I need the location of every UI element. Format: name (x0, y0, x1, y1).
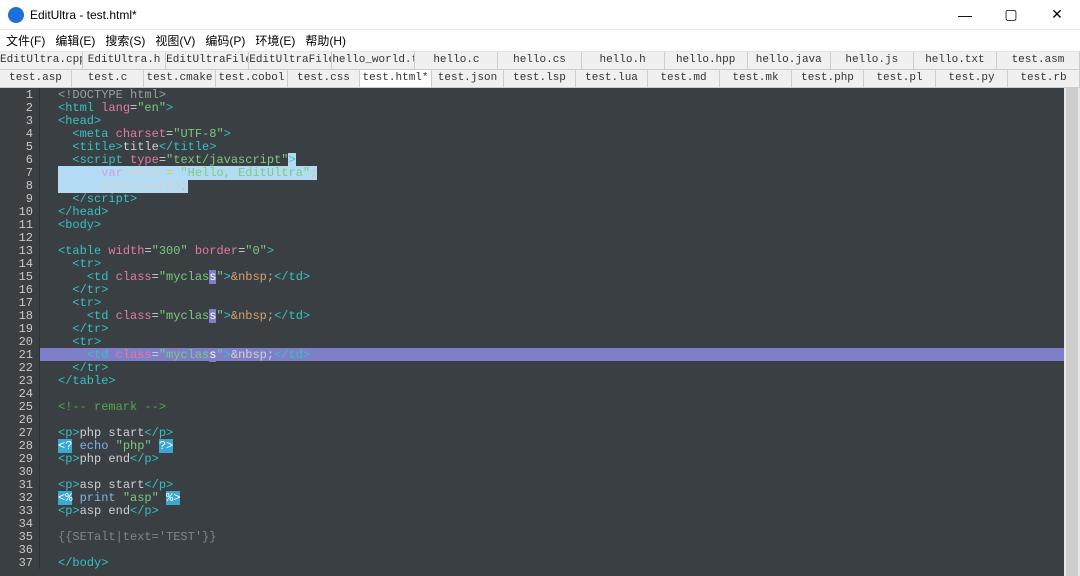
code-line[interactable]: </table> (40, 374, 1064, 387)
tab[interactable]: EditUltraFile.h (249, 52, 332, 69)
code-line[interactable]: <!-- remark --> (40, 400, 1064, 413)
tab[interactable]: test.mk (720, 70, 792, 87)
tab[interactable]: test.asm (997, 52, 1080, 69)
tab[interactable]: test.asp (0, 70, 72, 87)
code-line[interactable]: <!DOCTYPE html> (40, 88, 1064, 101)
tab[interactable]: EditUltra.h (83, 52, 166, 69)
code-line[interactable]: <% print "asp" %> (40, 491, 1064, 504)
code-line[interactable]: <table width="300" border="0"> (40, 244, 1064, 257)
editor-area[interactable]: 1234567891011121314151617181920212223242… (0, 88, 1080, 576)
code-line[interactable] (40, 543, 1064, 556)
code-line[interactable]: </tr> (40, 361, 1064, 374)
menu-file[interactable]: 文件(F) (6, 32, 45, 49)
code-line[interactable]: var word = "Hello, EditUltra"; (40, 166, 1064, 179)
code-line[interactable]: </head> (40, 205, 1064, 218)
tab[interactable]: test.css (288, 70, 360, 87)
tab[interactable]: hello.cs (498, 52, 581, 69)
tab[interactable]: hello.js (831, 52, 914, 69)
code-line[interactable] (40, 517, 1064, 530)
tab[interactable]: test.json (432, 70, 504, 87)
code-line[interactable]: <title>title</title> (40, 140, 1064, 153)
code-line[interactable]: <p>php end</p> (40, 452, 1064, 465)
tab-row-1: EditUltra.cppEditUltra.hEditUltraFile.cp… (0, 52, 1080, 70)
tab[interactable]: hello.txt (914, 52, 997, 69)
tab[interactable]: test.pl (864, 70, 936, 87)
code-line[interactable]: <p>php start</p> (40, 426, 1064, 439)
tab[interactable]: test.cobol (216, 70, 288, 87)
code-line[interactable]: </tr> (40, 283, 1064, 296)
code-line[interactable]: <p>asp end</p> (40, 504, 1064, 517)
code-line[interactable]: <p>asp start</p> (40, 478, 1064, 491)
code-line[interactable]: <body> (40, 218, 1064, 231)
tab[interactable]: test.md (648, 70, 720, 87)
line-number-gutter: 1234567891011121314151617181920212223242… (0, 88, 40, 569)
tab[interactable]: test.py (936, 70, 1008, 87)
tab-row-2: test.asptest.ctest.cmaketest.coboltest.c… (0, 70, 1080, 88)
minimize-button[interactable]: — (942, 0, 988, 29)
code-line[interactable]: <? echo "php" ?> (40, 439, 1064, 452)
tab[interactable]: test.php (792, 70, 864, 87)
code-line[interactable]: </tr> (40, 322, 1064, 335)
menu-encoding[interactable]: 编码(P) (205, 32, 245, 49)
close-button[interactable]: ✕ (1034, 0, 1080, 29)
code-line[interactable] (40, 387, 1064, 400)
code-line[interactable] (40, 413, 1064, 426)
code-line[interactable]: <tr> (40, 296, 1064, 309)
tab[interactable]: test.html* (360, 70, 432, 87)
code-line[interactable] (40, 465, 1064, 478)
tab[interactable]: hello.c (415, 52, 498, 69)
menu-bar: 文件(F) 编辑(E) 搜索(S) 视图(V) 编码(P) 环境(E) 帮助(H… (0, 30, 1080, 52)
code-line[interactable]: </body> (40, 556, 1064, 569)
app-icon (8, 7, 24, 23)
menu-search[interactable]: 搜索(S) (105, 32, 145, 49)
maximize-button[interactable]: ▢ (988, 0, 1034, 29)
code-line[interactable]: <html lang="en"> (40, 101, 1064, 114)
menu-view[interactable]: 视图(V) (155, 32, 195, 49)
code-line[interactable]: <meta charset="UTF-8"> (40, 127, 1064, 140)
code-line[interactable]: <script type="text/javascript"> (40, 153, 1064, 166)
tab[interactable]: test.lsp (504, 70, 576, 87)
window-title: EditUltra - test.html* (30, 8, 942, 22)
tab[interactable]: hello.java (748, 52, 831, 69)
code-line[interactable]: <tr> (40, 335, 1064, 348)
menu-env[interactable]: 环境(E) (255, 32, 295, 49)
tab[interactable]: hello.hpp (665, 52, 748, 69)
code-line[interactable]: <td class="myclass">&nbsp;</td> (40, 348, 1064, 361)
code-line[interactable]: alert(word); (40, 179, 1064, 192)
window-controls: — ▢ ✕ (942, 0, 1080, 29)
code-content[interactable]: <!DOCTYPE html><html lang="en"><head> <m… (40, 88, 1064, 569)
code-line[interactable] (40, 231, 1064, 244)
tab[interactable]: test.lua (576, 70, 648, 87)
titlebar: EditUltra - test.html* — ▢ ✕ (0, 0, 1080, 30)
code-line[interactable]: </script> (40, 192, 1064, 205)
code-line[interactable]: <td class="myclass">&nbsp;</td> (40, 270, 1064, 283)
tab[interactable]: hello.h (582, 52, 665, 69)
code-line[interactable]: <head> (40, 114, 1064, 127)
code-line[interactable]: <tr> (40, 257, 1064, 270)
tab[interactable]: test.rb (1008, 70, 1080, 87)
code-line[interactable]: {{SETalt|text='TEST'}} (40, 530, 1064, 543)
menu-help[interactable]: 帮助(H) (305, 32, 346, 49)
tab[interactable]: test.cmake (144, 70, 216, 87)
scrollbar-thumb[interactable] (1066, 88, 1078, 576)
code-line[interactable]: <td class="myclass">&nbsp;</td> (40, 309, 1064, 322)
vertical-scrollbar[interactable] (1064, 88, 1080, 576)
tab[interactable]: hello_world.txt (332, 52, 415, 69)
tab[interactable]: EditUltra.cpp (0, 52, 83, 69)
tab[interactable]: EditUltraFile.cpp (166, 52, 249, 69)
tab[interactable]: test.c (72, 70, 144, 87)
menu-edit[interactable]: 编辑(E) (55, 32, 95, 49)
